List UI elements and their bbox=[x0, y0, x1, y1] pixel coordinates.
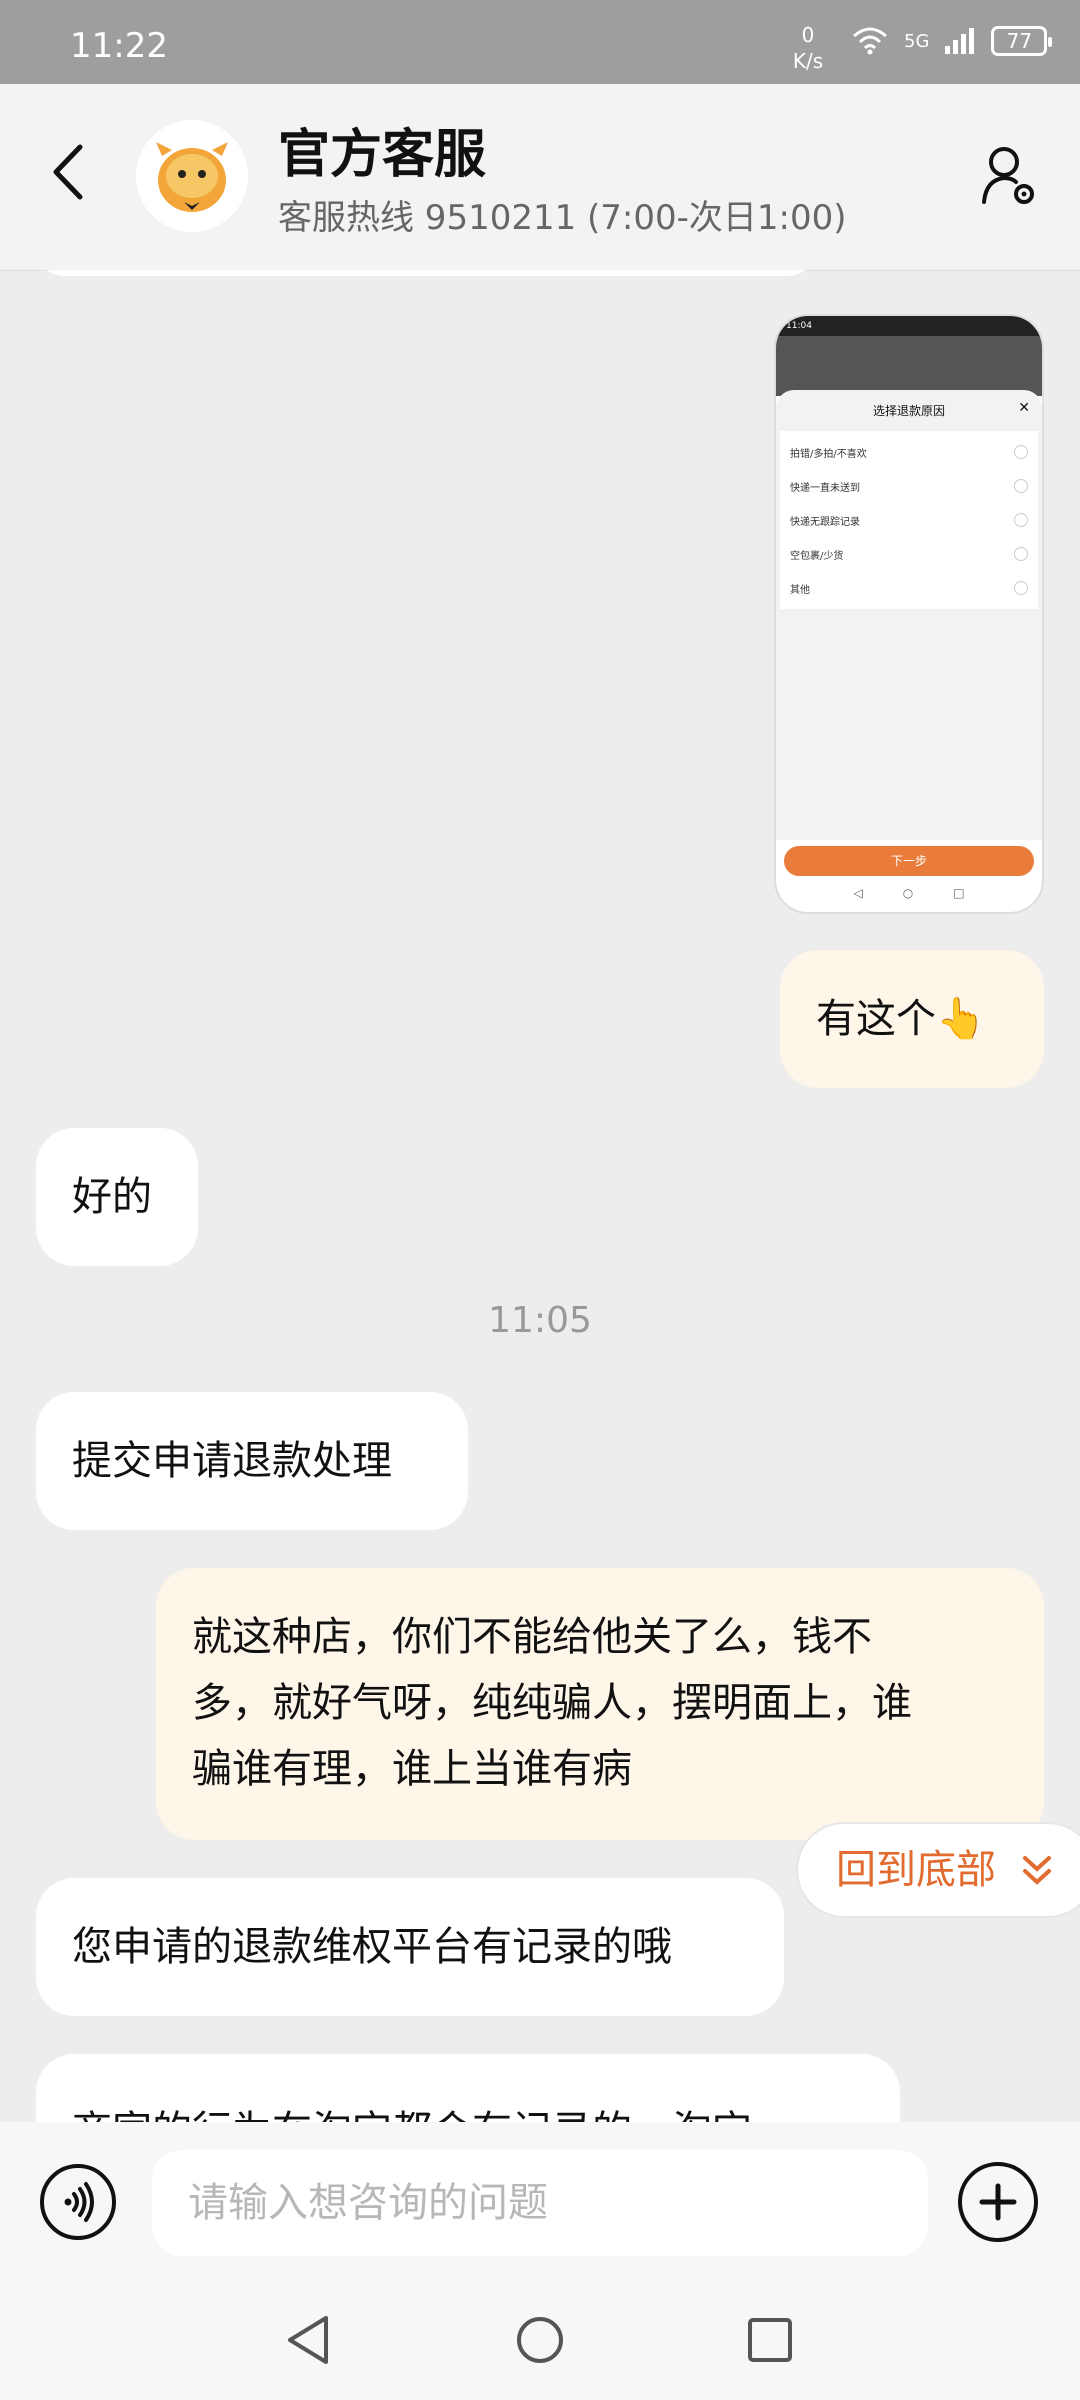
wifi-icon bbox=[853, 27, 887, 55]
incoming-message[interactable]: 商家的行为在淘宝都会有记录的，淘宝 bbox=[36, 2054, 900, 2122]
message-text: 有这个 bbox=[816, 996, 936, 1042]
nav-recents-icon[interactable] bbox=[744, 2312, 796, 2368]
status-bar: 11:22 0 K/s 5G 77 bbox=[0, 0, 1080, 84]
input-bar bbox=[0, 2122, 1080, 2282]
thumb-reason-row: 快递无跟踪记录 bbox=[780, 503, 1038, 537]
radio-icon bbox=[1014, 513, 1028, 527]
double-chevron-down-icon bbox=[1023, 1856, 1051, 1885]
user-settings-icon bbox=[982, 147, 1034, 204]
jump-to-bottom-label: 回到底部 bbox=[836, 1847, 996, 1893]
user-settings-button[interactable] bbox=[980, 144, 1038, 208]
message-text: 提交申请退款处理 bbox=[72, 1438, 392, 1484]
radio-icon bbox=[1014, 445, 1028, 459]
incoming-message[interactable]: 您申请的退款维权平台有记录的哦 bbox=[36, 1878, 784, 2016]
thumb-product-image bbox=[776, 336, 1042, 396]
nav-home-icon[interactable] bbox=[514, 2312, 566, 2368]
thumb-recents-icon: □ bbox=[953, 886, 965, 900]
message-input-container[interactable] bbox=[152, 2150, 928, 2256]
outgoing-message[interactable]: 就这种店，你们不能给他关了么，钱不 多，就好气呀，纯纯骗人，摆明面上，谁 骗谁有… bbox=[156, 1568, 1044, 1840]
thumb-reason-label: 快递一直未送到 bbox=[790, 482, 860, 494]
message-timestamp: 11:05 bbox=[488, 1300, 592, 1341]
back-arrow-icon bbox=[53, 144, 83, 200]
back-button[interactable] bbox=[44, 139, 92, 205]
nav-back-icon[interactable] bbox=[282, 2312, 334, 2368]
incoming-message[interactable]: 好的 bbox=[36, 1128, 198, 1266]
radio-icon bbox=[1014, 479, 1028, 493]
pointing-up-emoji: 👆 bbox=[936, 996, 986, 1042]
incoming-message[interactable]: 提交申请退款处理 bbox=[36, 1392, 468, 1530]
thumb-sheet-title: 选择退款原因 bbox=[872, 404, 945, 418]
page-title: 官方客服 bbox=[278, 125, 487, 185]
cell-signal-icon bbox=[945, 28, 975, 54]
system-nav-bar bbox=[0, 2282, 1080, 2400]
mascot-avatar-icon bbox=[136, 120, 248, 232]
jump-to-bottom-button[interactable]: 回到底部 bbox=[796, 1822, 1080, 1918]
thumb-next-button: 下一步 bbox=[784, 846, 1034, 876]
signal-5g-label: 5G bbox=[904, 30, 930, 52]
thumb-status-bar: 11:04 bbox=[776, 316, 1042, 336]
previous-message-edge bbox=[36, 270, 816, 276]
message-line: 就这种店，你们不能给他关了么，钱不 bbox=[192, 1614, 872, 1660]
thumb-home-icon: ○ bbox=[902, 886, 914, 900]
message-text: 商家的行为在淘宝都会有记录的，淘宝 bbox=[72, 2108, 752, 2122]
thumb-nav-bar: ◁ ○ □ bbox=[776, 886, 1042, 900]
outgoing-message[interactable]: 有这个👆 bbox=[780, 950, 1044, 1088]
network-speed-unit: K/s bbox=[792, 49, 824, 73]
status-time: 11:22 bbox=[70, 26, 168, 66]
service-hotline: 客服热线 9510211 (7:00-次日1:00) bbox=[278, 198, 847, 238]
thumb-reason-list: 拍错/多拍/不喜欢 快递一直未送到 快递无跟踪记录 空包裹/少货 其他 bbox=[780, 431, 1038, 609]
add-button[interactable] bbox=[958, 2162, 1038, 2242]
message-line: 骗谁有理，谁上当谁有病 bbox=[192, 1746, 632, 1792]
status-icons: 5G 77 bbox=[850, 26, 1053, 56]
thumb-reason-row: 快递一直未送到 bbox=[780, 469, 1038, 503]
thumb-reason-label: 空包裹/少货 bbox=[790, 550, 844, 562]
plus-icon bbox=[979, 2183, 1017, 2221]
radio-icon bbox=[1014, 581, 1028, 595]
message-text: 您申请的退款维权平台有记录的哦 bbox=[72, 1924, 672, 1970]
voice-button[interactable] bbox=[40, 2164, 116, 2240]
image-message[interactable]: 11:04 选择退款原因 ✕ 拍错/多拍/不喜欢 快递一直未送到 快递无跟踪记录… bbox=[774, 314, 1044, 914]
thumb-time: 11:04 bbox=[786, 321, 812, 331]
avatar[interactable] bbox=[136, 120, 248, 232]
chat-header: 官方客服 客服热线 9510211 (7:00-次日1:00) bbox=[0, 84, 1080, 271]
message-input[interactable] bbox=[152, 2150, 928, 2256]
thumb-refund-sheet: 选择退款原因 ✕ 拍错/多拍/不喜欢 快递一直未送到 快递无跟踪记录 空包裹/少… bbox=[776, 390, 1042, 840]
thumb-reason-label: 其他 bbox=[790, 584, 810, 596]
message-line: 多，就好气呀，纯纯骗人，摆明面上，谁 bbox=[192, 1680, 912, 1726]
chat-area[interactable]: 11:04 选择退款原因 ✕ 拍错/多拍/不喜欢 快递一直未送到 快递无跟踪记录… bbox=[0, 270, 1080, 2122]
thumb-reason-label: 快递无跟踪记录 bbox=[790, 516, 860, 528]
thumb-back-icon: ◁ bbox=[853, 886, 863, 900]
thumb-reason-row: 其他 bbox=[780, 571, 1038, 605]
thumb-close-icon: ✕ bbox=[1018, 400, 1030, 416]
thumb-reason-row: 拍错/多拍/不喜欢 bbox=[780, 435, 1038, 469]
voice-icon bbox=[64, 2182, 94, 2222]
network-speed-value: 0 bbox=[801, 23, 815, 47]
thumb-reason-label: 拍错/多拍/不喜欢 bbox=[790, 448, 867, 460]
thumb-reason-row: 空包裹/少货 bbox=[780, 537, 1038, 571]
network-speed: 0 K/s bbox=[786, 22, 830, 74]
radio-icon bbox=[1014, 547, 1028, 561]
battery-icon: 77 bbox=[991, 26, 1053, 56]
message-text: 好的 bbox=[72, 1174, 152, 1220]
